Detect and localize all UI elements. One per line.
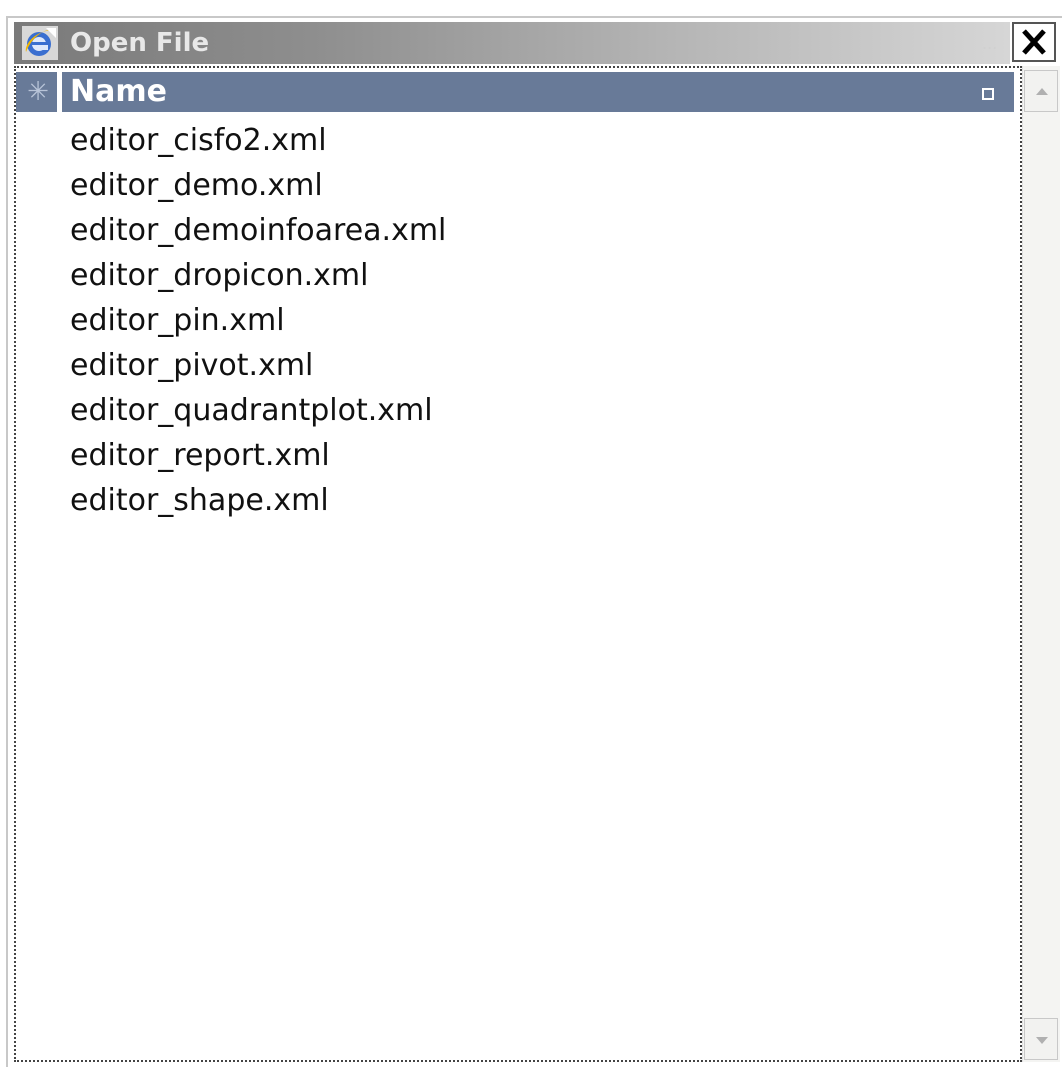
list-item[interactable]: editor_dropicon.xml bbox=[70, 253, 1000, 298]
list-item[interactable]: editor_quadrantplot.xml bbox=[70, 388, 1000, 433]
list-item[interactable]: editor_report.xml bbox=[70, 433, 1000, 478]
list-item[interactable]: editor_demo.xml bbox=[70, 163, 1000, 208]
new-row-asterisk-icon: ✳ bbox=[27, 77, 49, 107]
column-menu-icon[interactable] bbox=[982, 88, 994, 100]
column-header-name[interactable] bbox=[62, 72, 1014, 112]
open-file-dialog: Open File ... ✳ Name editor_cisfo2.xml e… bbox=[0, 0, 1062, 1067]
close-button[interactable] bbox=[1012, 22, 1056, 62]
scroll-up-arrow-icon bbox=[1036, 88, 1048, 95]
scroll-down-button[interactable] bbox=[1024, 1018, 1058, 1060]
internet-explorer-icon bbox=[22, 26, 58, 60]
scroll-down-arrow-icon bbox=[1036, 1037, 1048, 1044]
vertical-scrollbar[interactable] bbox=[1022, 66, 1060, 1062]
list-item[interactable]: editor_pivot.xml bbox=[70, 343, 1000, 388]
scroll-up-button[interactable] bbox=[1024, 70, 1058, 112]
title-ellipsis: ... bbox=[982, 34, 998, 53]
file-list: editor_cisfo2.xml editor_demo.xml editor… bbox=[70, 118, 1000, 523]
list-item[interactable]: editor_shape.xml bbox=[70, 478, 1000, 523]
list-item[interactable]: editor_cisfo2.xml bbox=[70, 118, 1000, 163]
column-header-label: Name bbox=[70, 74, 167, 109]
list-item[interactable]: editor_demoinfoarea.xml bbox=[70, 208, 1000, 253]
window-title: Open File bbox=[70, 28, 210, 58]
list-item[interactable]: editor_pin.xml bbox=[70, 298, 1000, 343]
close-icon bbox=[1022, 29, 1046, 55]
